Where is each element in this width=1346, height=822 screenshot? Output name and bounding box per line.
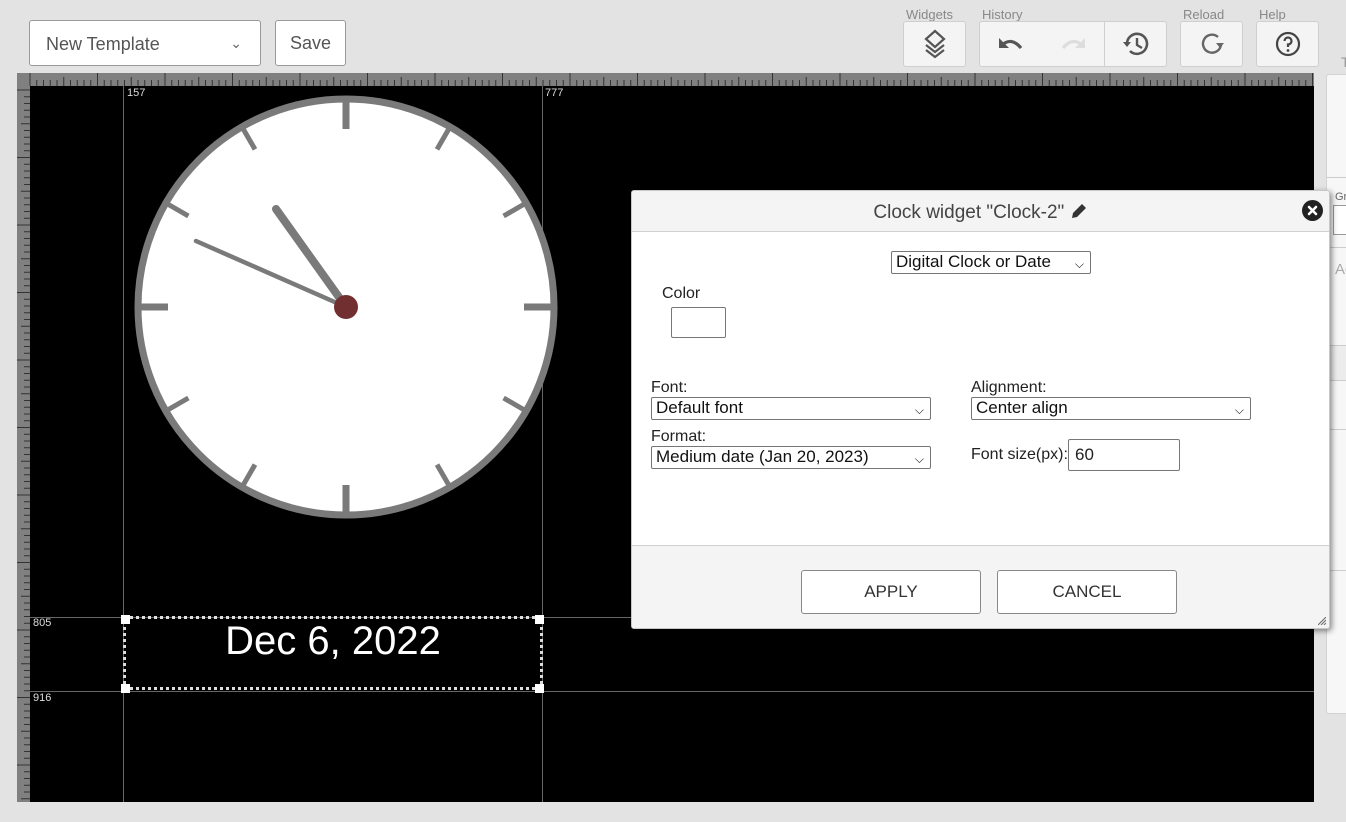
panel-divider	[1327, 177, 1346, 178]
widgets-group-label: Widgets	[906, 7, 953, 22]
reload-group-label: Reload	[1183, 7, 1225, 22]
template-select-value: New Template	[46, 34, 160, 54]
save-button[interactable]: Save	[275, 20, 346, 66]
help-button[interactable]	[1256, 21, 1319, 67]
ruler-horizontal	[17, 73, 1314, 86]
alignment-select[interactable]: Center align ⌵	[971, 397, 1251, 420]
close-icon	[1307, 205, 1318, 216]
reload-button[interactable]	[1180, 21, 1243, 67]
chevron-down-icon: ⌄	[230, 35, 242, 51]
guide-vertical-left[interactable]	[123, 86, 124, 802]
undo-button[interactable]	[980, 22, 1042, 66]
date-widget[interactable]: Dec 6, 2022	[123, 616, 543, 690]
history-icon	[1123, 32, 1149, 56]
dialog-title-text: Clock widget "Clock-2"	[873, 202, 1065, 223]
color-swatch	[675, 311, 722, 334]
font-label: Font:	[651, 379, 688, 396]
format-label: Format:	[651, 428, 707, 445]
panel-input[interactable]	[1333, 205, 1346, 235]
chevron-down-icon: ⌵	[1074, 257, 1084, 271]
clock-widget-dialog: Clock widget "Clock-2" Digital Clock or …	[631, 190, 1330, 629]
alignment-label: Alignment:	[971, 379, 1047, 396]
chevron-down-icon: ⌵	[914, 452, 924, 466]
widget-type-select[interactable]: Digital Clock or Date ⌵	[891, 251, 1091, 274]
redo-button[interactable]	[1042, 22, 1104, 66]
guide-label-y-bottom: 916	[33, 692, 52, 704]
color-picker[interactable]	[671, 307, 726, 338]
apply-button[interactable]: APPLY	[801, 570, 981, 614]
guide-horizontal-bottom[interactable]	[30, 691, 1314, 692]
format-select[interactable]: Medium date (Jan 20, 2023) ⌵	[651, 446, 931, 469]
resize-handle-top-left[interactable]	[121, 615, 130, 624]
close-button[interactable]	[1302, 200, 1323, 221]
resize-handle-bottom-left[interactable]	[121, 684, 130, 693]
reload-icon	[1201, 33, 1224, 54]
history-group	[979, 21, 1167, 67]
history-group-label: History	[982, 7, 1023, 22]
chevron-down-icon: ⌵	[1234, 403, 1244, 417]
guide-label-y-top: 805	[33, 617, 52, 629]
layers-icon	[923, 29, 946, 59]
cancel-button[interactable]: CANCEL	[997, 570, 1177, 614]
undo-icon	[999, 38, 1023, 50]
clock-center-pin	[334, 295, 358, 319]
font-value: Default font	[656, 398, 743, 417]
alignment-value: Center align	[976, 398, 1068, 417]
right-panel-label-t: T	[1341, 54, 1346, 70]
font-size-input[interactable]: 60	[1068, 439, 1180, 471]
dialog-title: Clock widget "Clock-2"	[632, 202, 1329, 224]
font-select[interactable]: Default font ⌵	[651, 397, 931, 420]
chevron-down-icon: ⌵	[914, 403, 924, 417]
ruler-vertical	[17, 86, 30, 802]
font-size-label: Font size(px):	[971, 446, 1068, 463]
resize-handle-bottom-right[interactable]	[535, 684, 544, 693]
dialog-header[interactable]: Clock widget "Clock-2"	[632, 191, 1329, 232]
format-value: Medium date (Jan 20, 2023)	[656, 447, 869, 466]
resize-grip-icon[interactable]	[1318, 617, 1326, 625]
dialog-footer: APPLY CANCEL	[632, 545, 1329, 628]
widget-type-value: Digital Clock or Date	[896, 252, 1051, 271]
resize-handle-top-right[interactable]	[535, 615, 544, 624]
date-widget-text: Dec 6, 2022	[225, 619, 441, 663]
panel-label-group: Gr	[1335, 191, 1346, 203]
template-select[interactable]: New Template ⌄	[29, 20, 261, 66]
history-list-button[interactable]	[1105, 22, 1167, 66]
help-group-label: Help	[1259, 7, 1286, 22]
analog-clock-widget[interactable]	[134, 94, 560, 520]
widgets-button[interactable]	[903, 21, 966, 67]
pencil-icon[interactable]	[1070, 202, 1088, 220]
color-label: Color	[662, 285, 701, 302]
redo-icon	[1061, 38, 1085, 50]
help-icon	[1275, 31, 1300, 57]
panel-label-actions: Ac	[1335, 261, 1346, 278]
